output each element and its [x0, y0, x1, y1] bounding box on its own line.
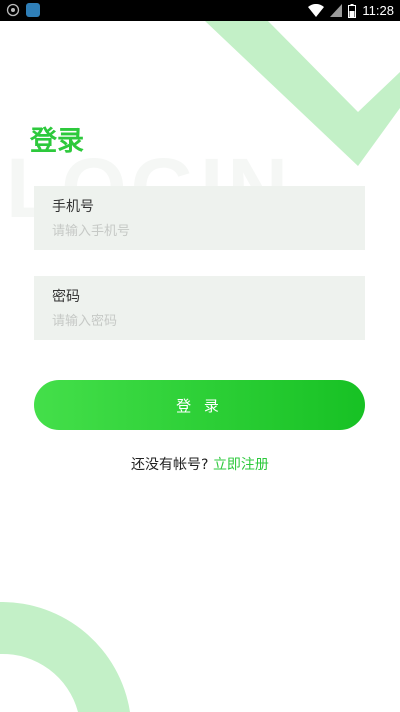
- password-input[interactable]: [52, 312, 347, 330]
- app-icon: [26, 3, 40, 17]
- register-prompt: 还没有帐号?: [131, 457, 209, 473]
- password-label: 密码: [52, 289, 80, 305]
- register-link[interactable]: 立即注册: [213, 457, 269, 473]
- login-button[interactable]: 登 录: [34, 380, 365, 430]
- arc-decoration: [0, 602, 130, 712]
- phone-field[interactable]: 手机号: [34, 186, 365, 250]
- page-title: 登录: [30, 126, 84, 157]
- phone-label: 手机号: [52, 199, 94, 215]
- signal-icon: [330, 4, 343, 17]
- phone-input[interactable]: [52, 222, 347, 240]
- status-time: 11:28: [362, 3, 394, 18]
- checkmark-decoration: [205, 21, 400, 166]
- wifi-icon: [308, 4, 325, 17]
- register-row: 还没有帐号? 立即注册: [0, 454, 400, 474]
- battery-icon: [348, 3, 357, 18]
- notification-icon: [6, 3, 20, 17]
- password-field[interactable]: 密码: [34, 276, 365, 340]
- status-bar: 11:28: [0, 0, 400, 21]
